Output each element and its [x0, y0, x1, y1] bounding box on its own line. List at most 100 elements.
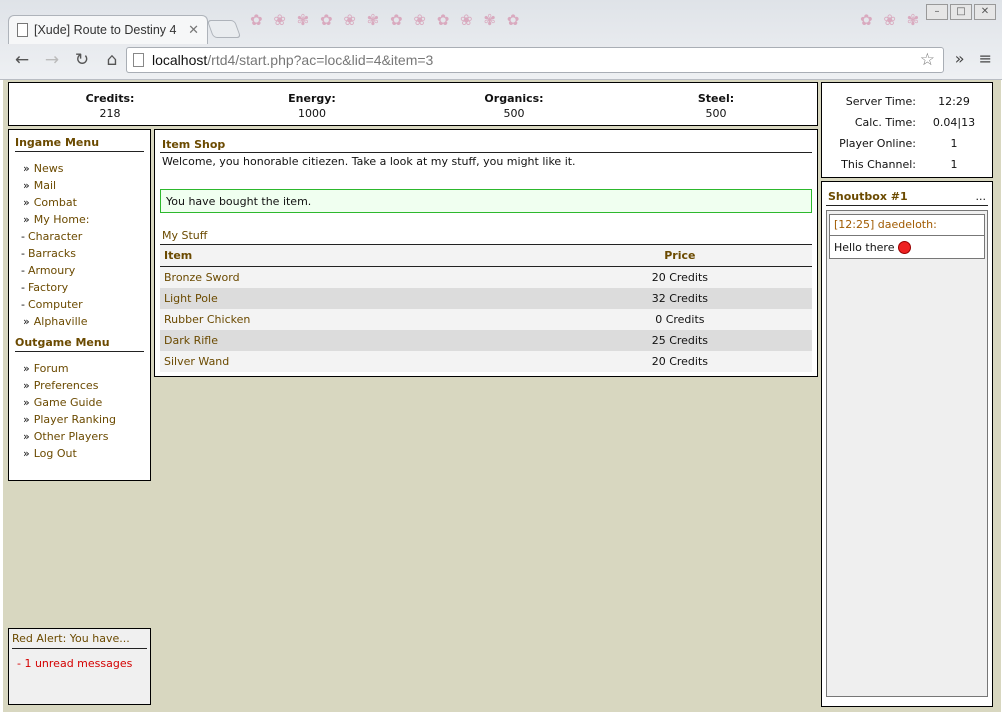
menu-link[interactable]: News — [34, 162, 64, 175]
server-info-row: Server Time: 12:29 — [822, 91, 992, 112]
menu-link[interactable]: Combat — [34, 196, 77, 209]
close-tab-icon[interactable]: ✕ — [188, 23, 199, 38]
menu-bullet: » — [23, 379, 30, 392]
menu-link[interactable]: Character — [28, 230, 82, 243]
menu-item-news[interactable]: » News — [15, 160, 144, 177]
tab-title: [Xude] Route to Destiny 4 — [34, 23, 177, 37]
menu-item-character[interactable]: - Character — [15, 228, 144, 245]
sidebar-menu: Ingame Menu » News» Mail» Combat» My Home: - C… — [8, 129, 151, 481]
extensions-overflow-icon[interactable]: » — [955, 49, 965, 68]
welcome-text: Welcome, you honorable citiezen. Take a … — [162, 155, 576, 168]
menu-item-game-guide[interactable]: » Game Guide — [15, 394, 144, 411]
menu-item-combat[interactable]: » Combat — [15, 194, 144, 211]
menu-link[interactable]: Forum — [34, 362, 69, 375]
maximize-icon[interactable]: □ — [950, 4, 972, 20]
menu-link[interactable]: Game Guide — [34, 396, 103, 409]
menu-bullet: » — [23, 162, 30, 175]
server-info-value: 0.04|13 — [932, 116, 976, 129]
home-icon[interactable]: ⌂ — [100, 48, 124, 72]
menu-item-armoury[interactable]: - Armoury — [15, 262, 144, 279]
menu-item-mail[interactable]: » Mail — [15, 177, 144, 194]
menu-bullet: - — [21, 230, 25, 243]
browser-tab[interactable]: [Xude] Route to Destiny 4 ✕ — [8, 15, 208, 44]
menu-bullet: - — [21, 264, 25, 277]
table-row: Dark Rifle 25 Credits — [160, 329, 812, 351]
menu-bullet: » — [23, 413, 30, 426]
menu-link[interactable]: Preferences — [34, 379, 99, 392]
resource-1: Energy: 1000 — [211, 83, 413, 125]
outgame-menu: » Forum » Preferences » Game Guide » Player Ran… — [15, 360, 144, 462]
menu-item-my-home[interactable]: » My Home: — [15, 211, 144, 228]
alert-title: Red Alert: You have... — [12, 632, 147, 649]
item-name-link[interactable]: Light Pole — [160, 288, 548, 309]
bookmark-star-icon[interactable]: ☆ — [920, 50, 935, 70]
menu-link[interactable]: Armoury — [28, 264, 75, 277]
reload-icon[interactable]: ↻ — [70, 48, 94, 72]
address-bar[interactable]: localhost /rtd4/start.php?ac=loc&lid=4&i… — [126, 47, 944, 73]
menu-bullet: - — [21, 247, 25, 260]
menu-bullet: » — [23, 213, 30, 226]
resource-label: Energy: — [288, 92, 336, 105]
close-window-icon[interactable]: ✕ — [974, 4, 996, 20]
menu-item-preferences[interactable]: » Preferences — [15, 377, 144, 394]
resource-bar: Credits: 218 Energy: 1000 Organics: 500 Steel:… — [8, 82, 818, 126]
item-name-link[interactable]: Bronze Sword — [160, 267, 548, 288]
item-table: Item Price Bronze Sword 20 Credits Light P… — [160, 244, 812, 372]
minimize-icon[interactable]: – — [926, 4, 948, 20]
resource-2: Organics: 500 — [413, 83, 615, 125]
theme-decoration: ✿ ❀ ✾ ✿ ❀ ✾ ✿ ❀ ✿ ❀ ✾ ✿ — [250, 11, 523, 29]
menu-item-other-players[interactable]: » Other Players — [15, 428, 144, 445]
menu-bullet: - — [21, 298, 25, 311]
menu-item-log-out[interactable]: » Log Out — [15, 445, 144, 462]
table-row: Light Pole 32 Credits — [160, 287, 812, 309]
shoutbox-more-button[interactable]: ... — [976, 190, 987, 203]
resource-label: Organics: — [484, 92, 544, 105]
server-info-value: 12:29 — [938, 95, 970, 108]
url-path: /rtd4/start.php?ac=loc&lid=4&item=3 — [207, 52, 434, 68]
page-title: Item Shop — [160, 138, 812, 153]
menu-link[interactable]: Other Players — [34, 430, 109, 443]
menu-item-factory[interactable]: - Factory — [15, 279, 144, 296]
new-tab-button[interactable] — [206, 20, 242, 38]
menu-item-alphaville[interactable]: » Alphaville — [15, 313, 144, 330]
smiley-icon — [898, 240, 912, 254]
menu-link[interactable]: Alphaville — [34, 315, 88, 328]
back-icon[interactable]: ← — [10, 48, 34, 72]
resource-label: Steel: — [697, 92, 735, 105]
browser-chrome: ✿ ❀ ✾ ✿ ❀ ✾ ✿ ❀ ✿ ❀ ✾ ✿ ✿ ❀ ✾ [Xude] Rou… — [0, 0, 1002, 80]
ingame-menu: » News» Mail» Combat» My Home: - Character - Bar… — [15, 160, 144, 330]
menu-item-barracks[interactable]: - Barracks — [15, 245, 144, 262]
item-name-link[interactable]: Rubber Chicken — [160, 309, 548, 330]
menu-link[interactable]: Factory — [28, 281, 68, 294]
menu-link[interactable]: Barracks — [28, 247, 76, 260]
shoutbox-messages[interactable]: [12:25] daedeloth: Hello there — [826, 210, 988, 697]
url-host: localhost — [152, 52, 208, 68]
item-price: 25 Credits — [651, 333, 709, 347]
column-header-item: Item — [160, 244, 548, 267]
menu-link[interactable]: Mail — [34, 179, 56, 192]
menu-item-computer[interactable]: - Computer — [15, 296, 144, 313]
menu-item-forum[interactable]: » Forum — [15, 360, 144, 377]
menu-icon[interactable]: ≡ — [979, 49, 992, 68]
my-stuff-title: My Stuff — [162, 229, 208, 242]
table-row: Bronze Sword 20 Credits — [160, 266, 812, 288]
unread-messages-link[interactable]: - 1 unread messages — [12, 657, 147, 670]
item-price: 32 Credits — [651, 291, 709, 305]
forward-icon[interactable]: → — [40, 48, 64, 72]
menu-link[interactable]: My Home: — [34, 213, 90, 226]
resource-value: 1000 — [298, 107, 326, 120]
menu-link[interactable]: Log Out — [34, 447, 77, 460]
table-row: Silver Wand 20 Credits — [160, 350, 812, 372]
item-shop-panel: Item Shop Welcome, you honorable citieze… — [154, 129, 818, 377]
menu-link[interactable]: Computer — [28, 298, 83, 311]
item-name-link[interactable]: Silver Wand — [160, 351, 548, 372]
window-controls: – □ ✕ — [926, 4, 996, 20]
shoutbox: Shoutbox #1 ... [12:25] daedeloth: Hello … — [821, 181, 993, 707]
theme-decoration: ✿ ❀ ✾ — [860, 11, 923, 29]
menu-link[interactable]: Player Ranking — [34, 413, 116, 426]
shout-message: Hello there — [829, 235, 985, 259]
menu-item-player-ranking[interactable]: » Player Ranking — [15, 411, 144, 428]
item-name-link[interactable]: Dark Rifle — [160, 330, 548, 351]
browser-toolbar: ← → ↻ ⌂ localhost /rtd4/start.php?ac=loc… — [0, 44, 1002, 76]
server-info: Server Time: 12:29 Calc. Time: 0.04|13 Playe… — [821, 82, 993, 178]
